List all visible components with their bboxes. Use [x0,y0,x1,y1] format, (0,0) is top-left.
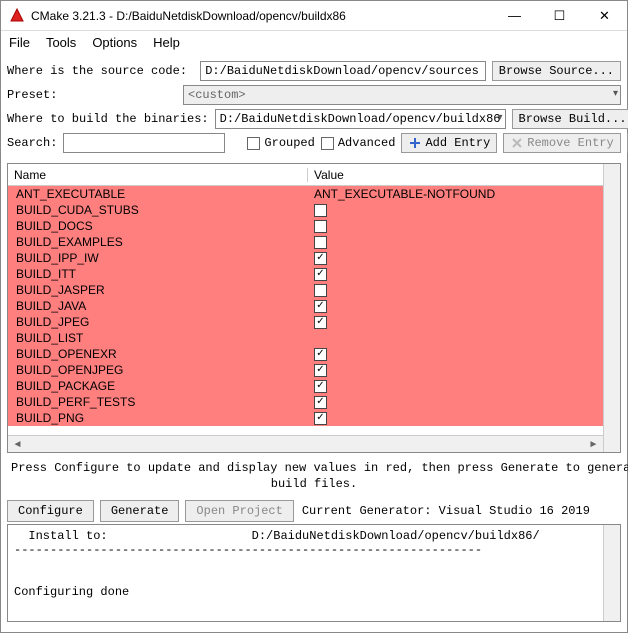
value-checkbox[interactable]: ✓ [314,396,327,409]
close-button[interactable]: ✕ [582,1,627,30]
table-row[interactable]: BUILD_EXAMPLES [8,234,603,250]
cell-name: BUILD_OPENEXR [8,347,308,361]
table-row[interactable]: BUILD_PNG ✓ [8,410,603,426]
value-checkbox[interactable]: ✓ [314,252,327,265]
cell-value[interactable]: ANT_EXECUTABLE-NOTFOUND [308,187,603,201]
column-header-name[interactable]: Name [8,168,308,182]
cell-name: BUILD_EXAMPLES [8,235,308,249]
source-label: Where is the source code: [7,64,194,78]
cell-value[interactable] [308,284,603,297]
menu-options[interactable]: Options [92,35,137,50]
output-scrollbar[interactable] [603,525,620,621]
cell-value[interactable]: ✓ [308,412,603,425]
plus-icon [408,136,422,150]
app-icon [9,8,25,24]
table-row[interactable]: BUILD_JAVA ✓ [8,298,603,314]
value-checkbox[interactable]: ✓ [314,380,327,393]
output-text: Install to: D:/BaiduNetdiskDownload/open… [14,529,614,599]
cell-name: ANT_EXECUTABLE [8,187,308,201]
menubar: File Tools Options Help [1,31,627,53]
value-checkbox[interactable]: ✓ [314,268,327,281]
cell-value[interactable]: ✓ [308,316,603,329]
advanced-checkbox[interactable]: Advanced [321,136,396,150]
cell-value[interactable]: ✓ [308,364,603,377]
table-row[interactable]: BUILD_OPENJPEG ✓ [8,362,603,378]
build-input[interactable]: D:/BaiduNetdiskDownload/opencv/buildx86▾ [215,109,506,129]
cell-name: BUILD_PACKAGE [8,379,308,393]
cell-value[interactable] [308,204,603,217]
menu-tools[interactable]: Tools [46,35,76,50]
value-checkbox[interactable] [314,220,327,233]
cell-value[interactable]: ✓ [308,268,603,281]
value-checkbox[interactable] [314,284,327,297]
cell-name: BUILD_JPEG [8,315,308,329]
configure-button[interactable]: Configure [7,500,94,522]
minimize-button[interactable]: — [492,1,537,30]
value-checkbox[interactable] [314,236,327,249]
open-project-button: Open Project [185,500,293,522]
source-input[interactable] [200,61,486,81]
generate-button[interactable]: Generate [100,500,180,522]
menu-file[interactable]: File [9,35,30,50]
cell-name: BUILD_DOCS [8,219,308,233]
cell-name: BUILD_PNG [8,411,308,425]
cell-name: BUILD_CUDA_STUBS [8,203,308,217]
output-log[interactable]: Install to: D:/BaiduNetdiskDownload/open… [7,524,621,622]
preset-label: Preset: [7,88,177,102]
cell-value[interactable]: ✓ [308,380,603,393]
x-icon [510,136,524,150]
cell-value[interactable]: ✓ [308,348,603,361]
value-checkbox[interactable]: ✓ [314,348,327,361]
cell-name: BUILD_JAVA [8,299,308,313]
cell-name: BUILD_ITT [8,267,308,281]
menu-help[interactable]: Help [153,35,180,50]
table-row[interactable]: ANT_EXECUTABLEANT_EXECUTABLE-NOTFOUND [8,186,603,202]
cell-value[interactable]: ✓ [308,396,603,409]
cell-name: BUILD_IPP_IW [8,251,308,265]
cell-name: BUILD_PERF_TESTS [8,395,308,409]
cell-name: BUILD_JASPER [8,283,308,297]
titlebar: CMake 3.21.3 - D:/BaiduNetdiskDownload/o… [1,1,627,31]
grouped-checkbox[interactable]: Grouped [247,136,314,150]
h-scrollbar[interactable]: ◄ ► [8,435,603,452]
table-row[interactable]: BUILD_OPENEXR ✓ [8,346,603,362]
cell-value[interactable] [308,220,603,233]
value-checkbox[interactable]: ✓ [314,300,327,313]
table-row[interactable]: BUILD_IPP_IW ✓ [8,250,603,266]
table-row[interactable]: BUILD_PERF_TESTS ✓ [8,394,603,410]
v-scrollbar[interactable] [603,164,620,452]
table-row[interactable]: BUILD_DOCS [8,218,603,234]
search-input[interactable] [63,133,225,153]
build-label: Where to build the binaries: [7,112,209,126]
browse-source-button[interactable]: Browse Source... [492,61,621,81]
remove-entry-button: Remove Entry [503,133,620,153]
preset-select[interactable]: <custom>▾ [183,85,621,105]
hint-text: Press Configure to update and display ne… [1,455,627,498]
value-checkbox[interactable]: ✓ [314,316,327,329]
window-title: CMake 3.21.3 - D:/BaiduNetdiskDownload/o… [31,9,492,23]
table-row[interactable]: BUILD_JPEG ✓ [8,314,603,330]
browse-build-button[interactable]: Browse Build... [512,109,628,129]
current-generator-label: Current Generator: Visual Studio 16 2019 [300,504,590,518]
table-row[interactable]: BUILD_ITT ✓ [8,266,603,282]
cell-value[interactable]: ✓ [308,252,603,265]
value-checkbox[interactable] [314,204,327,217]
table-row[interactable]: BUILD_LIST [8,330,603,346]
cache-table: Name Value ANT_EXECUTABLEANT_EXECUTABLE-… [7,163,621,453]
add-entry-button[interactable]: Add Entry [401,133,497,153]
column-header-value[interactable]: Value [308,168,603,182]
scroll-left-icon[interactable]: ◄ [10,439,25,450]
table-row[interactable]: BUILD_JASPER [8,282,603,298]
value-checkbox[interactable]: ✓ [314,364,327,377]
maximize-button[interactable]: ☐ [537,1,582,30]
search-label: Search: [7,136,57,150]
cell-value[interactable] [308,236,603,249]
scroll-right-icon[interactable]: ► [586,439,601,450]
cell-value[interactable]: ✓ [308,300,603,313]
cell-name: BUILD_OPENJPEG [8,363,308,377]
table-row[interactable]: BUILD_PACKAGE ✓ [8,378,603,394]
cell-name: BUILD_LIST [8,331,308,345]
value-checkbox[interactable]: ✓ [314,412,327,425]
table-row[interactable]: BUILD_CUDA_STUBS [8,202,603,218]
